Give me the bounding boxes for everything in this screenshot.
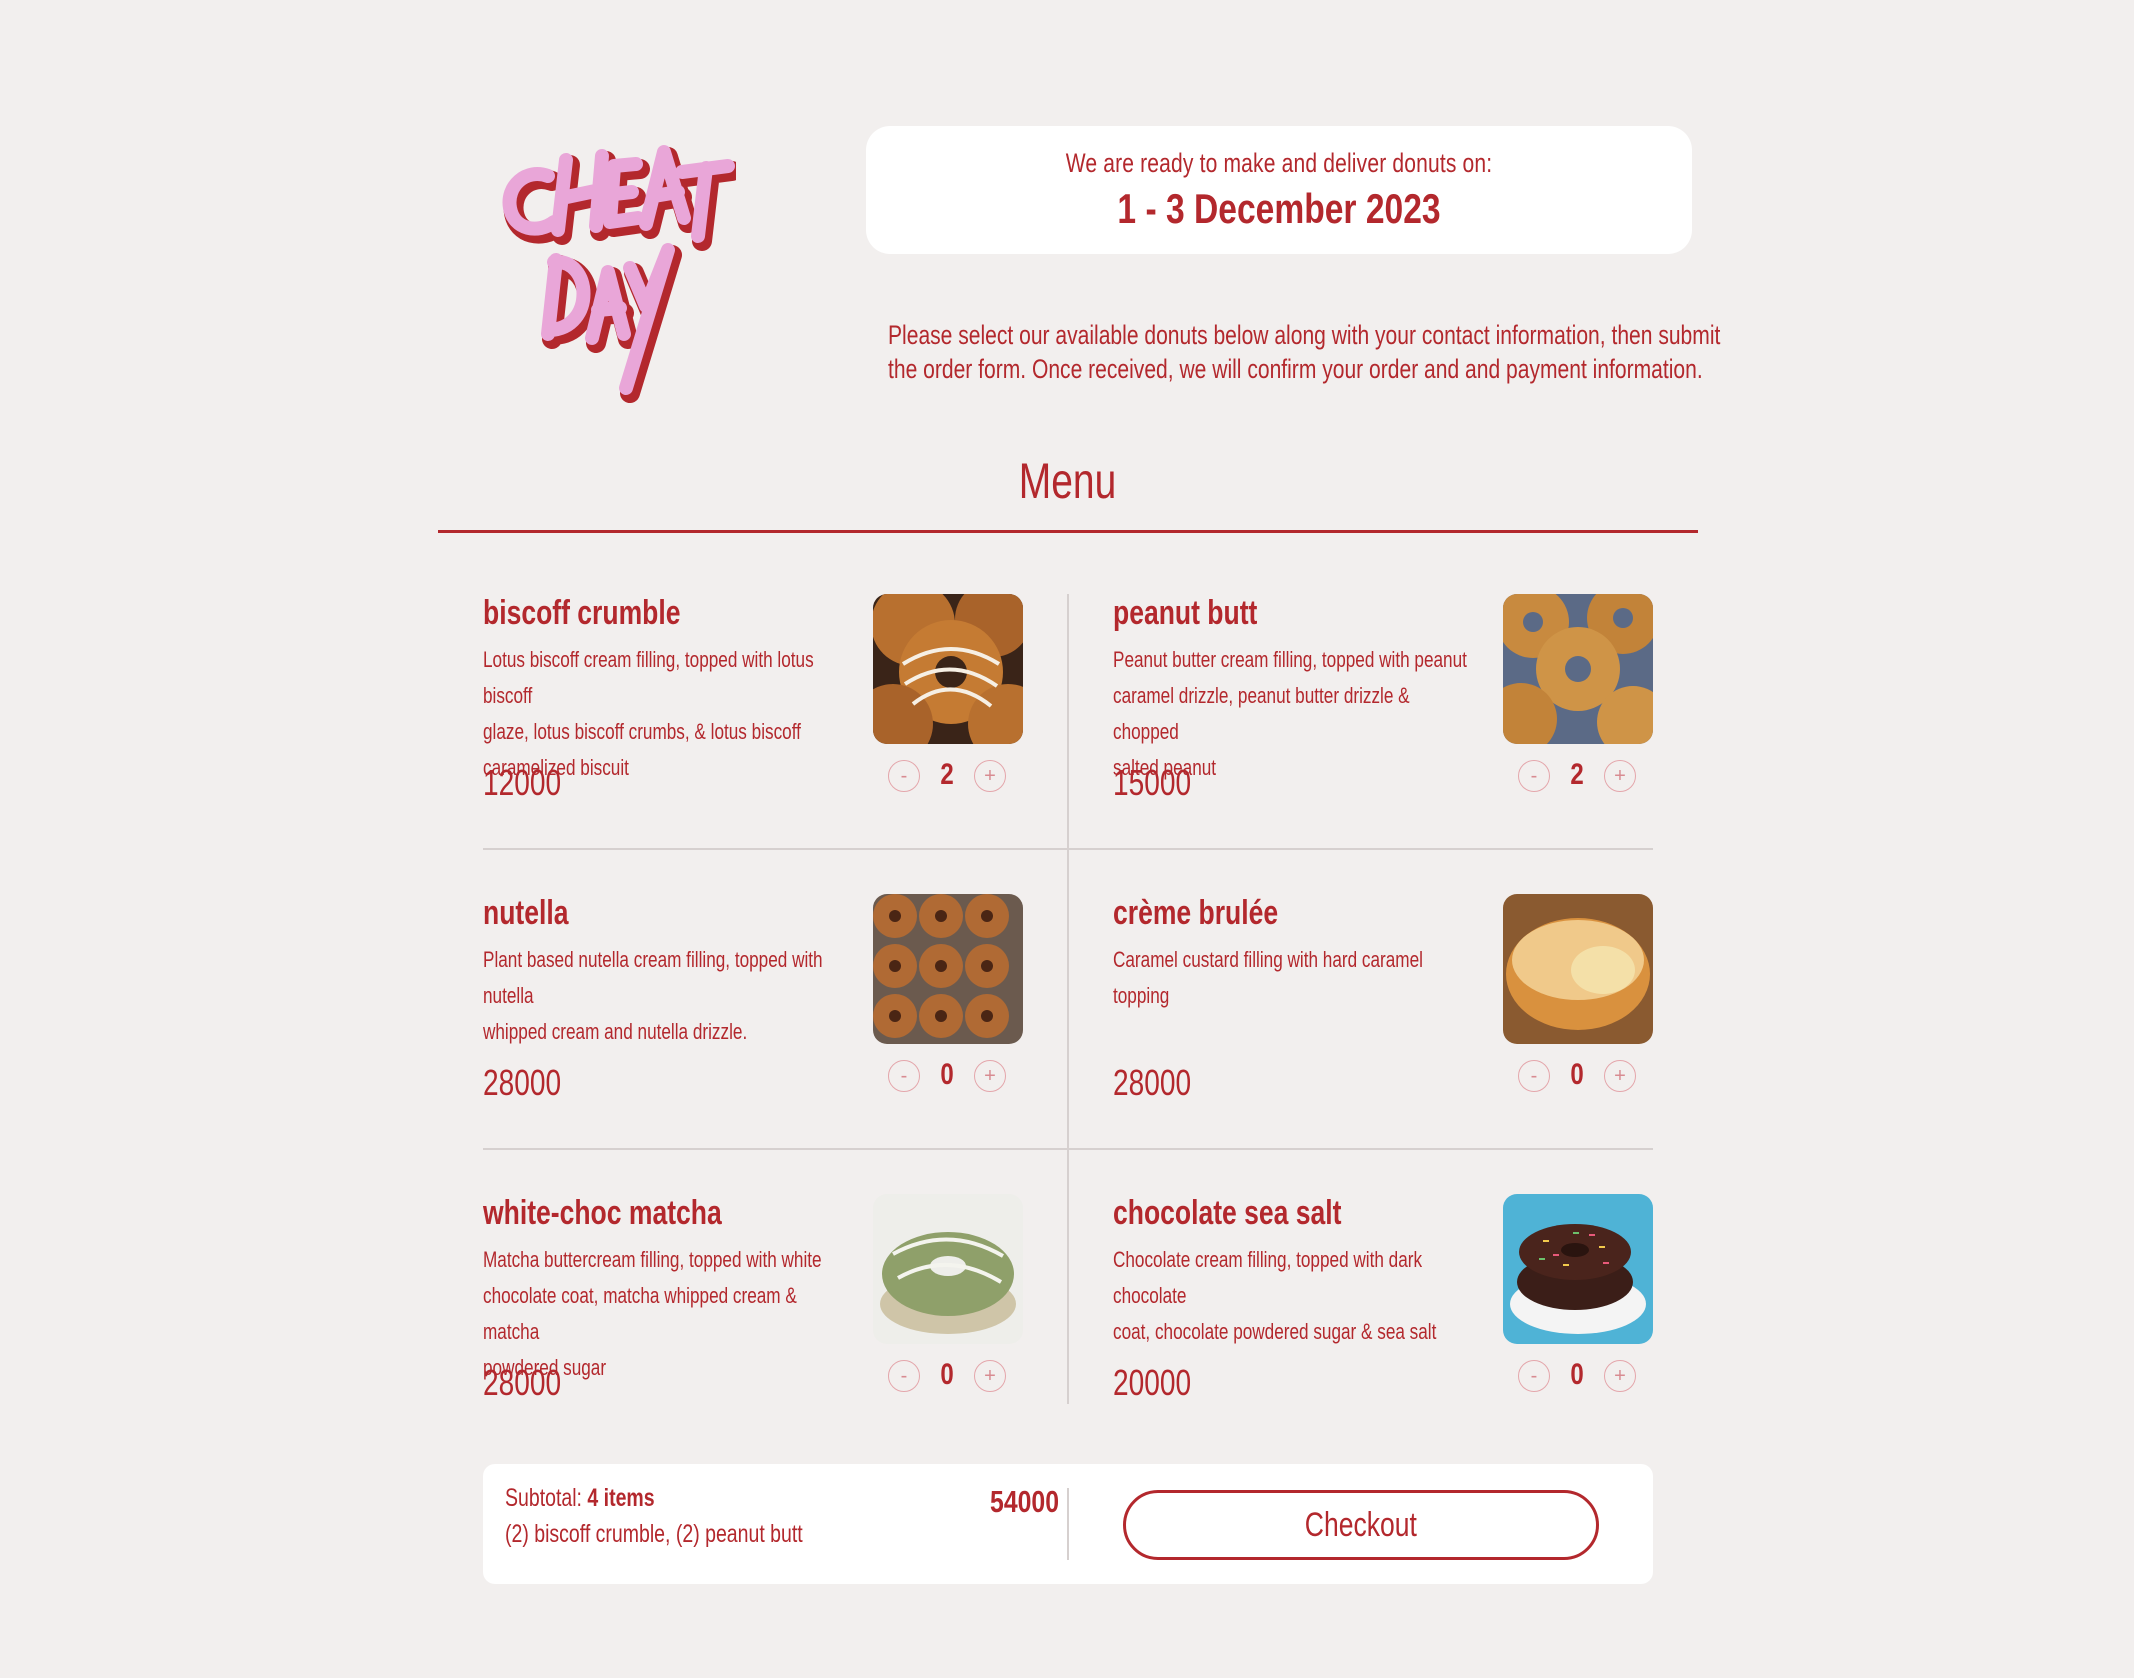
increase-quantity-button[interactable]: +	[974, 760, 1006, 792]
quantity-value: 0	[940, 1058, 954, 1091]
item-description: Caramel custard filling with hard carame…	[1113, 942, 1473, 1014]
increase-quantity-button[interactable]: +	[1604, 1360, 1636, 1392]
decrease-quantity-button[interactable]: -	[888, 1360, 920, 1392]
grid-column-divider	[1067, 594, 1069, 1404]
quantity-value: 2	[1570, 758, 1584, 791]
menu-divider	[438, 530, 1698, 533]
item-price: 20000	[1113, 1362, 1192, 1403]
menu-item-peanut-butt: peanut butt Peanut butter cream filling,…	[1113, 594, 1653, 864]
item-desc-line: Lotus biscoff cream filling, topped with…	[483, 647, 814, 708]
order-items-summary: (2) biscoff crumble, (2) peanut butt	[505, 1520, 803, 1548]
cheat-day-logo	[496, 138, 742, 403]
order-total: 54000	[990, 1484, 1059, 1519]
decrease-quantity-button[interactable]: -	[888, 1060, 920, 1092]
decrease-quantity-button[interactable]: -	[1518, 1360, 1550, 1392]
donut-biscoff-photo	[873, 594, 1023, 744]
item-name: peanut butt	[1113, 594, 1258, 632]
item-description: Plant based nutella cream filling, toppe…	[483, 942, 843, 1050]
item-name: chocolate sea salt	[1113, 1194, 1342, 1232]
order-summary-bar: Subtotal: 4 items (2) biscoff crumble, (…	[483, 1464, 1653, 1584]
menu-title-text: Menu	[1019, 453, 1117, 509]
subtotal-label: Subtotal:	[505, 1484, 582, 1512]
quantity-stepper: - 2 +	[888, 758, 1008, 796]
menu-heading: Menu	[438, 452, 1698, 510]
item-desc-line: glaze, lotus biscoff crumbs, & lotus bis…	[483, 719, 801, 744]
item-desc-line: chocolate coat, matcha whipped cream & m…	[483, 1283, 797, 1344]
item-price: 12000	[483, 762, 562, 803]
decrease-quantity-button[interactable]: -	[1518, 760, 1550, 792]
item-description: Chocolate cream filling, topped with dar…	[1113, 1242, 1473, 1350]
item-desc-line: whipped cream and nutella drizzle.	[483, 1019, 748, 1044]
item-name: white-choc matcha	[483, 1194, 722, 1232]
donut-matcha-photo	[873, 1194, 1023, 1344]
item-desc-line: Caramel custard filling with hard carame…	[1113, 947, 1423, 1008]
item-desc-line: Chocolate cream filling, topped with dar…	[1113, 1247, 1423, 1308]
quantity-stepper: - 0 +	[888, 1058, 1008, 1096]
item-desc-line: coat, chocolate powdered sugar & sea sal…	[1113, 1319, 1437, 1344]
quantity-value: 0	[940, 1358, 954, 1391]
quantity-value: 2	[940, 758, 954, 791]
instructions-line-2: the order form. Once received, we will c…	[888, 354, 1703, 384]
delivery-date-range: 1 - 3 December 2023	[1117, 185, 1441, 232]
menu-item-biscoff-crumble: biscoff crumble Lotus biscoff cream fill…	[483, 594, 1023, 864]
item-desc-line: caramel drizzle, peanut butter drizzle &…	[1113, 683, 1410, 744]
donut-peanut-photo	[1503, 594, 1653, 744]
quantity-stepper: - 2 +	[1518, 758, 1638, 796]
item-price: 28000	[1113, 1062, 1192, 1103]
delivery-intro-text: We are ready to make and deliver donuts …	[1065, 148, 1493, 178]
quantity-stepper: - 0 +	[888, 1358, 1008, 1396]
menu-item-white-choc-matcha: white-choc matcha Matcha buttercream fil…	[483, 1194, 1023, 1464]
item-name: biscoff crumble	[483, 594, 681, 632]
item-desc-line: Plant based nutella cream filling, toppe…	[483, 947, 823, 1008]
menu-item-nutella: nutella Plant based nutella cream fillin…	[483, 894, 1023, 1164]
increase-quantity-button[interactable]: +	[1604, 760, 1636, 792]
footer-divider	[1067, 1488, 1069, 1560]
item-name: nutella	[483, 894, 569, 932]
item-desc-line: Peanut butter cream filling, topped with…	[1113, 647, 1467, 672]
item-name: crème brulée	[1113, 894, 1279, 932]
checkout-label: Checkout	[1304, 1505, 1418, 1544]
decrease-quantity-button[interactable]: -	[888, 760, 920, 792]
checkout-button[interactable]: Checkout	[1123, 1490, 1599, 1560]
quantity-value: 0	[1570, 1358, 1584, 1391]
order-instructions: Please select our available donuts below…	[888, 318, 1721, 386]
instructions-line-1: Please select our available donuts below…	[888, 320, 1721, 350]
donut-chocolate-photo	[1503, 1194, 1653, 1344]
increase-quantity-button[interactable]: +	[974, 1360, 1006, 1392]
donut-nutella-photo	[873, 894, 1023, 1044]
item-desc-line: Matcha buttercream filling, topped with …	[483, 1247, 822, 1272]
increase-quantity-button[interactable]: +	[974, 1060, 1006, 1092]
item-price: 15000	[1113, 762, 1192, 803]
decrease-quantity-button[interactable]: -	[1518, 1060, 1550, 1092]
increase-quantity-button[interactable]: +	[1604, 1060, 1636, 1092]
item-price: 28000	[483, 1362, 562, 1403]
order-page: We are ready to make and deliver donuts …	[438, 0, 1721, 1678]
delivery-date-card: We are ready to make and deliver donuts …	[866, 126, 1692, 254]
menu-item-chocolate-sea-salt: chocolate sea salt Chocolate cream filli…	[1113, 1194, 1653, 1464]
items-count: 4 items	[587, 1484, 655, 1512]
item-price: 28000	[483, 1062, 562, 1103]
quantity-stepper: - 0 +	[1518, 1358, 1638, 1396]
quantity-stepper: - 0 +	[1518, 1058, 1638, 1096]
menu-item-creme-brulee: crème brulée Caramel custard filling wit…	[1113, 894, 1653, 1164]
menu-grid: biscoff crumble Lotus biscoff cream fill…	[483, 594, 1653, 1404]
donut-creme-brulee-photo	[1503, 894, 1653, 1044]
quantity-value: 0	[1570, 1058, 1584, 1091]
subtotal-line: Subtotal: 4 items	[505, 1484, 655, 1513]
